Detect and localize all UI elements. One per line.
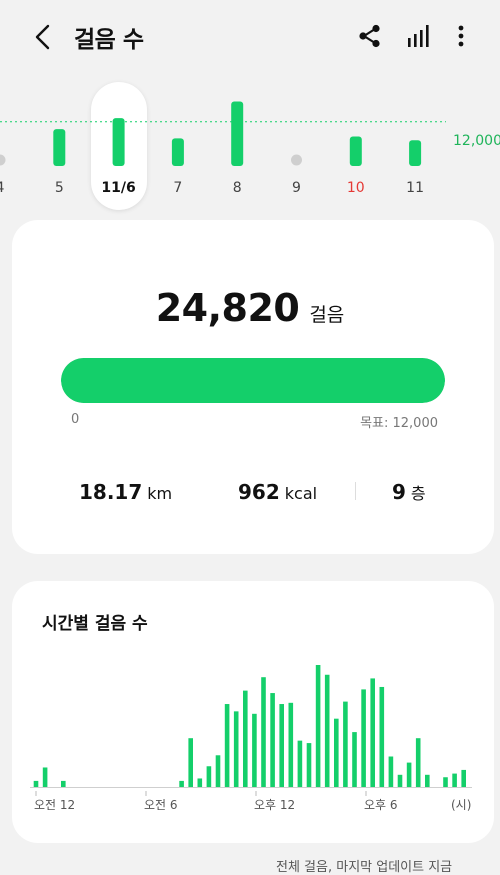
hourly-bar [206,766,212,787]
hourly-bar [415,738,421,787]
hourly-bar [215,755,221,787]
more-vertical-icon [458,25,464,47]
more-options-button[interactable] [447,20,475,52]
page-title: 걸음 수 [74,27,144,53]
day-no-data-dot[interactable] [0,154,6,166]
hourly-bar [452,773,457,787]
chart-view-button[interactable] [402,20,434,52]
day-label[interactable]: 4 [0,180,20,196]
share-icon [359,24,380,48]
hourly-bar [306,743,312,787]
distance-unit: km [147,484,173,503]
hourly-bar [197,778,203,787]
day-label[interactable]: 8 [217,180,257,196]
hourly-bar [406,762,412,787]
floors-stat: 9층 [392,480,426,504]
axis-label-6pm: 오후 6 [364,798,398,812]
hourly-bar [224,704,230,787]
hourly-bar [315,665,321,787]
axis-label-noon: 오후 12 [254,798,296,812]
hourly-bar [270,693,275,787]
hourly-bar [261,677,266,787]
day-bar[interactable] [409,140,422,166]
hourly-bar [334,718,339,787]
calories-value: 962 [238,480,280,504]
hourly-bar [370,678,375,787]
hourly-bar [42,767,48,787]
day-label[interactable]: 10 [336,180,376,196]
day-bar[interactable] [231,101,244,166]
hourly-bar [343,701,348,787]
hourly-bar [279,704,284,787]
day-label[interactable]: 7 [158,180,198,196]
hourly-steps-chart[interactable] [0,650,500,820]
hourly-bar [243,690,248,787]
hourly-bar [179,780,184,787]
day-label[interactable]: 11 [395,180,435,196]
hourly-bar [288,702,294,787]
axis-unit-label: (시) [451,798,472,812]
hourly-bar [379,686,385,787]
hourly-bar [397,774,403,787]
back-button[interactable] [26,18,60,56]
floors-value: 9 [392,480,406,504]
progress-min-label: 0 [71,412,80,427]
bar-chart-icon [408,25,429,47]
daily-steps-chart[interactable] [0,78,500,218]
steps-progress-bar [61,358,445,403]
steps-total: 24,820 걸음 [0,286,500,330]
distance-stat: 18.17 km [79,480,172,504]
hourly-bar [233,711,239,787]
hourly-bar [324,674,330,787]
day-bar[interactable] [112,118,125,166]
day-label[interactable]: 11/6 [99,180,139,196]
calories-unit: kcal [284,484,318,503]
hourly-bar [352,732,357,787]
day-label[interactable]: 5 [39,180,79,196]
hourly-bar [188,738,193,787]
hourly-bar [461,769,466,787]
hourly-bar [361,689,366,787]
axis-label-midnight: 오전 12 [34,798,76,812]
hourly-bar [443,777,448,787]
steps-unit: 걸음 [309,304,345,326]
hourly-bar [388,756,394,787]
steps-count: 24,820 [155,286,300,330]
hourly-bar [61,780,66,787]
goal-line-label: 12,000 [453,133,500,149]
share-button[interactable] [354,20,384,52]
progress-goal-label: 목표: 12,000 [360,416,438,431]
day-no-data-dot[interactable] [291,154,302,166]
stat-divider [355,482,356,500]
day-bar[interactable] [53,129,66,166]
floors-unit: 층 [410,484,426,503]
distance-value: 18.17 [79,480,143,504]
steps-progress-fill [61,358,445,403]
hourly-steps-title: 시간별 걸음 수 [42,614,148,634]
axis-label-6am: 오전 6 [144,798,178,812]
hourly-bar [297,740,303,787]
hourly-bar [252,713,257,787]
day-bar[interactable] [171,138,184,166]
calories-stat: 962 kcal [238,480,317,504]
hourly-bar [33,780,39,787]
hourly-bar [425,774,430,787]
day-label[interactable]: 9 [277,180,317,196]
day-bar[interactable] [349,136,362,166]
chevron-left-icon [35,24,50,50]
